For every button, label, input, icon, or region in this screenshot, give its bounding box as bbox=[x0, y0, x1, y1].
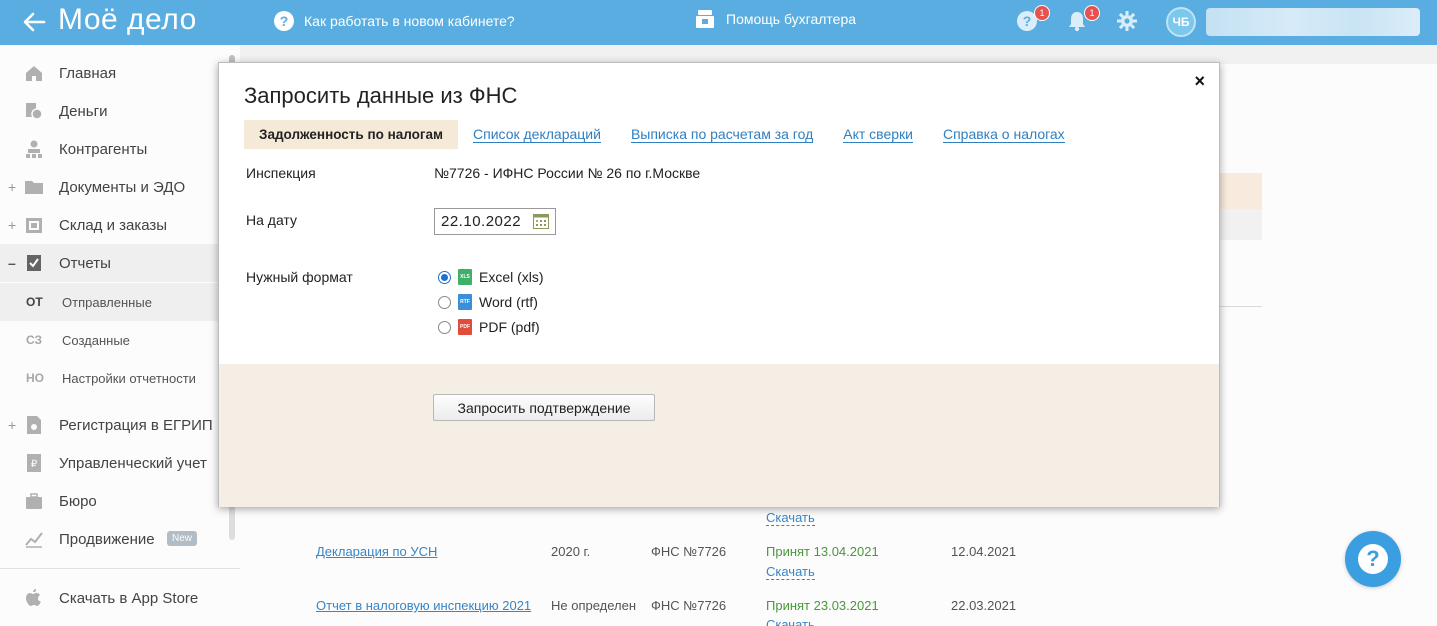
pdf-file-icon: PDF bbox=[458, 319, 472, 335]
modal-footer bbox=[219, 364, 1219, 507]
accountant-help-link[interactable]: Помощь бухгалтера bbox=[694, 9, 856, 29]
fns-request-modal: Запросить данные из ФНС × Задолженность … bbox=[218, 62, 1220, 507]
floating-help-button[interactable]: ? bbox=[1345, 531, 1401, 587]
tab-tax-debt[interactable]: Задолженность по налогам bbox=[244, 119, 459, 149]
modal-title: Запросить данные из ФНС bbox=[244, 83, 518, 108]
how-to-work-link[interactable]: ? Как работать в новом кабинете? bbox=[274, 11, 515, 31]
tab-reconciliation[interactable]: Акт сверки bbox=[843, 126, 913, 143]
notifications-button[interactable]: 1 bbox=[1064, 5, 1100, 34]
radio-rtf[interactable] bbox=[438, 295, 451, 309]
tab-declarations[interactable]: Список деклараций bbox=[473, 126, 601, 143]
format-label: Нужный формат bbox=[246, 269, 353, 285]
tab-annual-statement[interactable]: Выписка по расчетам за год bbox=[630, 126, 814, 143]
back-arrow-icon[interactable] bbox=[20, 8, 48, 36]
calendar-icon[interactable] bbox=[533, 213, 549, 229]
modal-tabs: Задолженность по налогам Список декларац… bbox=[244, 119, 1095, 149]
close-icon[interactable]: × bbox=[1194, 71, 1205, 92]
notifications-badge: 1 bbox=[1084, 5, 1100, 21]
request-confirmation-button[interactable]: Запросить подтверждение bbox=[433, 394, 655, 421]
format-label-rtf: Word (rtf) bbox=[479, 294, 538, 310]
gear-icon bbox=[1117, 11, 1137, 31]
help-badge: 1 bbox=[1034, 5, 1050, 21]
help-link-label: Как работать в новом кабинете? bbox=[304, 13, 515, 29]
word-file-icon: RTF bbox=[458, 294, 472, 310]
format-label-xls: Excel (xls) bbox=[479, 269, 544, 285]
avatar[interactable]: ЧБ bbox=[1166, 7, 1196, 37]
cashbox-icon bbox=[696, 10, 714, 28]
radio-xls[interactable] bbox=[438, 270, 451, 284]
format-label-pdf: PDF (pdf) bbox=[479, 319, 540, 335]
format-option-pdf[interactable]: PDF PDF (pdf) bbox=[438, 319, 540, 335]
user-name-blurred[interactable] bbox=[1206, 8, 1420, 36]
help-question-icon: ? bbox=[1358, 544, 1388, 574]
format-option-rtf[interactable]: RTF Word (rtf) bbox=[438, 294, 538, 310]
settings-button[interactable] bbox=[1114, 8, 1140, 34]
date-label: На дату bbox=[246, 212, 298, 228]
excel-file-icon: XLS bbox=[458, 269, 472, 285]
top-bar: Моё дело ? Как работать в новом кабинете… bbox=[0, 0, 1437, 45]
format-option-xls[interactable]: XLS Excel (xls) bbox=[438, 269, 544, 285]
assistant-label: Помощь бухгалтера bbox=[726, 11, 857, 27]
radio-pdf[interactable] bbox=[438, 320, 451, 334]
help-button[interactable]: ? 1 bbox=[1014, 5, 1050, 34]
inspection-label: Инспекция bbox=[246, 165, 316, 181]
inspection-value: №7726 - ИФНС России № 26 по г.Москве bbox=[434, 165, 701, 181]
tab-tax-certificate[interactable]: Справка о налогах bbox=[942, 126, 1065, 143]
question-icon: ? bbox=[274, 11, 294, 31]
logo[interactable]: Моё дело bbox=[58, 3, 197, 37]
